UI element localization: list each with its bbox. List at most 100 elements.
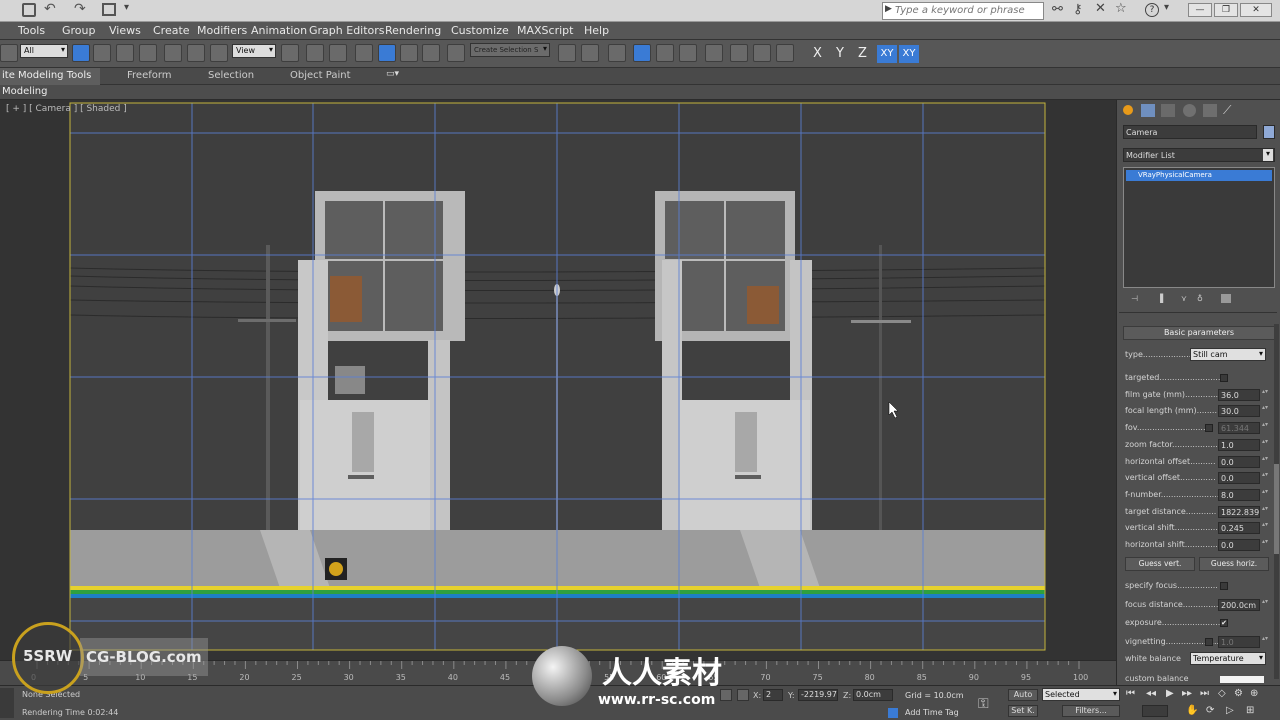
axis-xy-button[interactable]: XY — [877, 45, 897, 63]
param-value-field[interactable]: 0.0 — [1218, 455, 1260, 468]
keyboard-shortcut-override-icon[interactable] — [329, 44, 347, 62]
spinner-arrows-icon[interactable]: ▴▾ — [1262, 522, 1268, 534]
angle-snap-icon[interactable] — [378, 44, 396, 62]
search-box[interactable]: ▶ Type a keyword or phrase — [882, 2, 1044, 20]
param-checkbox[interactable]: ✔ — [1220, 619, 1228, 627]
mirror-icon[interactable] — [558, 44, 576, 62]
param-value-field[interactable]: 0.0 — [1218, 472, 1260, 485]
spinner-arrows-icon[interactable]: ▴▾ — [1262, 505, 1268, 518]
maxscript-listener-box[interactable] — [0, 688, 14, 718]
spinner-arrows-icon[interactable]: ▴▾ — [1262, 422, 1268, 434]
spinner-arrows-icon[interactable]: ▴▾ — [1262, 455, 1268, 468]
material-editor-icon[interactable] — [705, 44, 723, 62]
spinner-snap-icon[interactable] — [422, 44, 440, 62]
key-filter-dropdown[interactable]: Selected ▾ — [1042, 688, 1120, 701]
schematic-view-icon[interactable] — [679, 44, 697, 62]
pivot-center-icon[interactable] — [281, 44, 299, 62]
remove-modifier-icon[interactable]: ♁ — [1197, 294, 1203, 303]
spinner-arrows-icon[interactable]: ▴▾ — [1262, 405, 1268, 417]
tab-freeform[interactable]: Freeform — [127, 70, 172, 81]
favorites-icon[interactable]: ☆ — [1115, 1, 1127, 16]
panel-scrollbar[interactable] — [1274, 324, 1279, 679]
modify-tab-icon[interactable] — [1141, 104, 1155, 117]
menu-create[interactable]: Create — [153, 24, 190, 37]
camera-viewport[interactable]: [ + ] [ Camera ] [ Shaded ] — [0, 100, 1116, 660]
render-setup-icon[interactable] — [730, 44, 748, 62]
help-icon[interactable]: ? — [1145, 3, 1159, 17]
reference-coord-dropdown[interactable]: View ▾ — [232, 44, 276, 58]
menu-group[interactable]: Group — [62, 24, 96, 37]
key-filters-button[interactable]: Filters... — [1062, 705, 1120, 717]
menu-views[interactable]: Views — [109, 24, 141, 37]
set-key-button[interactable]: Set K. — [1008, 705, 1038, 717]
go-to-start-icon[interactable]: ⏮ — [1126, 688, 1135, 699]
close-button[interactable]: ✕ — [1240, 3, 1272, 17]
basic-parameters-rollout[interactable]: Basic parameters — [1123, 326, 1275, 340]
param-value-field[interactable]: 30.0 — [1218, 405, 1260, 418]
menu-maxscript[interactable]: MAXScript — [517, 24, 573, 37]
orbit-icon[interactable]: ⟳ — [1206, 705, 1214, 716]
hierarchy-tab-icon[interactable] — [1161, 104, 1175, 117]
play-icon[interactable]: ▶ — [1166, 688, 1174, 699]
select-rotate-icon[interactable] — [187, 44, 205, 62]
edit-named-selection-icon[interactable] — [447, 44, 465, 62]
spinner-arrows-icon[interactable]: ▴▾ — [1262, 388, 1268, 401]
select-move-icon[interactable] — [164, 44, 182, 62]
param-checkbox[interactable] — [1220, 374, 1228, 382]
customize-dropdown-icon[interactable]: ▾ — [124, 2, 129, 13]
go-to-end-icon[interactable]: ⏭ — [1200, 688, 1209, 699]
menu-customize[interactable]: Customize — [451, 24, 509, 37]
snaps-toggle-icon[interactable] — [355, 44, 373, 62]
guess-horiz-button[interactable]: Guess horiz. — [1199, 557, 1269, 571]
align-icon[interactable] — [581, 44, 599, 62]
param-value-field[interactable]: 8.0 — [1218, 488, 1260, 501]
tab-object-paint[interactable]: Object Paint — [290, 70, 351, 81]
undo-icon[interactable]: ↶ — [44, 1, 56, 17]
stack-item[interactable]: VRayPhysicalCamera — [1126, 170, 1272, 181]
spinner-arrows-icon[interactable]: ▴▾ — [1262, 488, 1268, 501]
save-icon[interactable] — [22, 3, 36, 17]
graphite-ribbon-icon[interactable] — [633, 44, 651, 62]
create-tab-icon[interactable] — [1123, 105, 1133, 115]
configure-modifier-sets-icon[interactable] — [1221, 294, 1231, 303]
menu-animation[interactable]: Animation — [251, 24, 307, 37]
key-icon[interactable]: ⚷ — [1073, 2, 1083, 17]
window-crossing-icon[interactable] — [139, 44, 157, 62]
modifier-list-dropdown[interactable]: Modifier List ▾ — [1123, 148, 1275, 162]
ribbon-options-icon[interactable]: ▭▾ — [386, 69, 399, 79]
binoculars-icon[interactable]: ⚯ — [1052, 2, 1063, 17]
axis-xy-cycle-button[interactable]: XY — [899, 45, 919, 63]
object-name-field[interactable]: Camera — [1123, 125, 1257, 139]
select-scale-icon[interactable] — [210, 44, 228, 62]
search-input[interactable]: Type a keyword or phrase — [895, 5, 1025, 16]
menu-rendering[interactable]: Rendering — [385, 24, 441, 37]
tab-selection[interactable]: Selection — [208, 70, 254, 81]
close-search-icon[interactable]: ✕ — [1095, 1, 1106, 16]
time-config-icon[interactable]: ⚙ — [1234, 688, 1243, 699]
axis-y-button[interactable]: Y — [836, 46, 844, 61]
previous-frame-icon[interactable]: ◂◂ — [1146, 688, 1156, 699]
layer-manager-icon[interactable] — [608, 44, 626, 62]
motion-tab-icon[interactable] — [1183, 104, 1196, 117]
spinner-arrows-icon[interactable]: ▴▾ — [1262, 539, 1268, 551]
param-checkbox[interactable] — [1205, 424, 1213, 433]
white-balance-dropdown[interactable]: Temperature ▾ — [1190, 652, 1266, 665]
set-key-icon[interactable]: ⚿ — [978, 696, 989, 712]
render-production-icon[interactable] — [776, 44, 794, 62]
select-object-icon[interactable] — [72, 44, 90, 62]
maximize-button[interactable]: ❐ — [1214, 3, 1238, 17]
auto-key-button[interactable]: Auto — [1008, 689, 1038, 701]
pin-stack-icon[interactable]: ⊣ — [1131, 294, 1138, 303]
param-value-field[interactable]: 1.0 — [1218, 635, 1260, 648]
show-end-result-icon[interactable]: ▐ — [1157, 294, 1163, 303]
menu-help[interactable]: Help — [584, 24, 609, 37]
current-frame-field[interactable] — [1142, 705, 1168, 717]
scrollbar-thumb[interactable] — [1274, 464, 1279, 554]
link-icon[interactable] — [0, 44, 18, 62]
tab-modeling-tools[interactable]: ite Modeling Tools — [0, 68, 100, 85]
axis-x-button[interactable]: X — [813, 46, 822, 61]
selection-filter-dropdown[interactable]: All ▾ — [20, 44, 68, 58]
project-folder-icon[interactable] — [102, 3, 116, 16]
named-selection-dropdown[interactable]: Create Selection S ▾ — [470, 43, 550, 57]
param-value-field[interactable]: 200.0cm — [1218, 598, 1260, 611]
